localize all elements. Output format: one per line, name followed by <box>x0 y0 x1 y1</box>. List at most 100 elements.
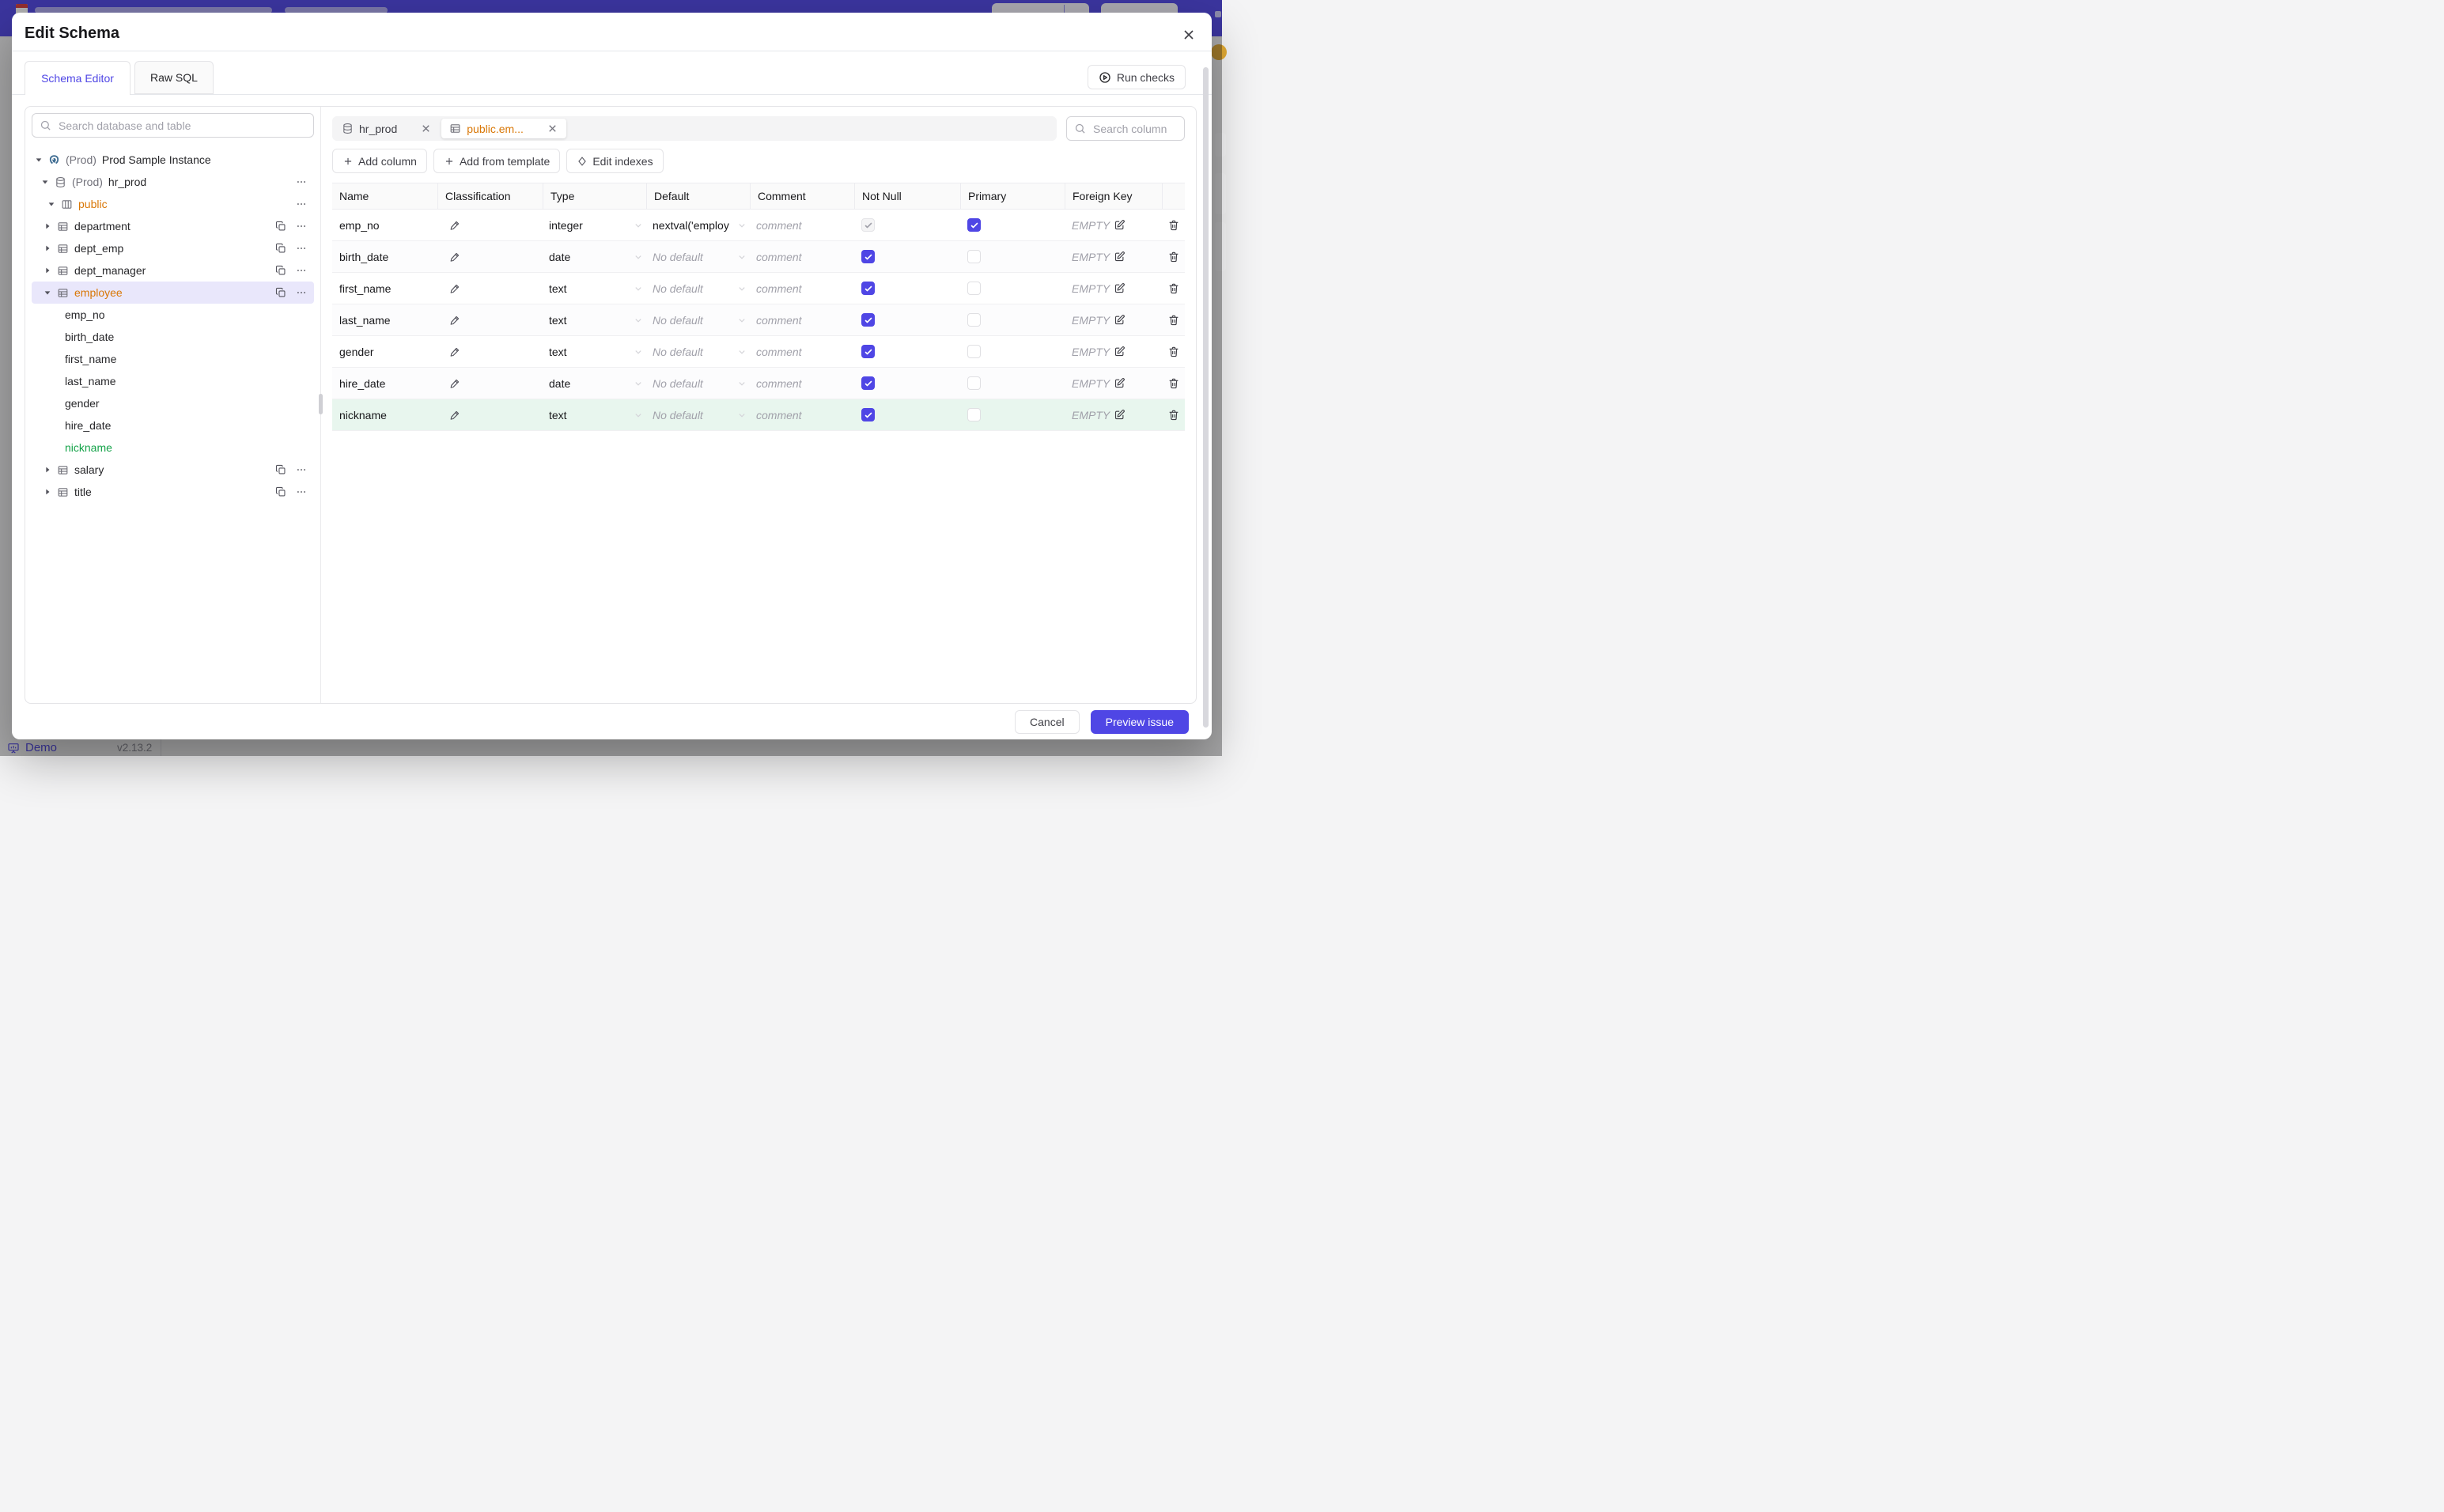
edit-foreign-key-icon[interactable] <box>1114 251 1126 263</box>
caret-right-icon[interactable] <box>44 220 54 232</box>
default-select[interactable]: No default <box>646 304 750 335</box>
classification-edit[interactable] <box>437 399 543 430</box>
more-actions-icon[interactable] <box>296 486 307 497</box>
type-select[interactable]: integer <box>543 210 646 240</box>
delete-column-icon[interactable] <box>1167 346 1180 358</box>
run-checks-button[interactable]: Run checks <box>1087 65 1186 89</box>
caret-right-icon[interactable] <box>44 264 54 277</box>
not-null-checkbox[interactable] <box>861 376 875 390</box>
tree-item-title[interactable]: title <box>32 481 314 503</box>
delete-column-icon[interactable] <box>1167 377 1180 390</box>
edit-foreign-key-icon[interactable] <box>1114 377 1126 389</box>
primary-checkbox[interactable] <box>967 218 981 232</box>
foreign-key-cell[interactable]: EMPTY <box>1065 210 1162 240</box>
foreign-key-cell[interactable]: EMPTY <box>1065 399 1162 430</box>
close-tab-icon[interactable] <box>420 123 432 134</box>
tab-schema-editor[interactable]: Schema Editor <box>25 61 131 95</box>
default-select[interactable]: No default <box>646 241 750 272</box>
copy-icon[interactable] <box>275 287 286 298</box>
type-select[interactable]: date <box>543 368 646 399</box>
tree-item-department[interactable]: department <box>32 215 314 237</box>
edit-foreign-key-icon[interactable] <box>1114 314 1126 326</box>
preview-issue-button[interactable]: Preview issue <box>1090 710 1189 734</box>
delete-column-icon[interactable] <box>1167 314 1180 327</box>
type-select[interactable]: date <box>543 241 646 272</box>
comment-input[interactable]: comment <box>750 241 854 272</box>
tree-item-hr_prod[interactable]: (Prod) hr_prod <box>32 171 314 193</box>
dialog-scrollbar-thumb[interactable] <box>1203 67 1209 728</box>
comment-input[interactable]: comment <box>750 210 854 240</box>
default-select[interactable]: nextval('employ <box>646 210 750 240</box>
type-select[interactable]: text <box>543 273 646 304</box>
tree-search-input[interactable] <box>57 118 306 133</box>
foreign-key-cell[interactable]: EMPTY <box>1065 336 1162 367</box>
type-select[interactable]: text <box>543 336 646 367</box>
tree-item-salary[interactable]: salary <box>32 459 314 481</box>
tab-raw-sql[interactable]: Raw SQL <box>134 61 214 94</box>
caret-right-icon[interactable] <box>44 463 54 476</box>
classification-edit[interactable] <box>437 368 543 399</box>
edit-indexes-button[interactable]: Edit indexes <box>566 149 664 173</box>
delete-column-icon[interactable] <box>1167 282 1180 295</box>
tree-scrollbar-thumb[interactable] <box>319 394 323 414</box>
type-select[interactable]: text <box>543 399 646 430</box>
not-null-checkbox[interactable] <box>861 250 875 263</box>
more-actions-icon[interactable] <box>296 198 307 210</box>
caret-right-icon[interactable] <box>44 242 54 255</box>
cancel-button[interactable]: Cancel <box>1015 710 1080 734</box>
copy-icon[interactable] <box>275 486 286 497</box>
caret-right-icon[interactable] <box>44 486 54 498</box>
default-select[interactable]: No default <box>646 368 750 399</box>
more-actions-icon[interactable] <box>296 464 307 475</box>
tree-item-employee[interactable]: employee <box>32 282 314 304</box>
foreign-key-cell[interactable]: EMPTY <box>1065 368 1162 399</box>
caret-down-icon[interactable] <box>47 198 58 210</box>
primary-checkbox[interactable] <box>967 282 981 295</box>
more-actions-icon[interactable] <box>296 243 307 254</box>
foreign-key-cell[interactable]: EMPTY <box>1065 304 1162 335</box>
add-column-button[interactable]: Add column <box>332 149 427 173</box>
add-from-template-button[interactable]: Add from template <box>433 149 561 173</box>
editor-tab-public.em...[interactable]: public.em... <box>441 119 566 138</box>
delete-column-icon[interactable] <box>1167 409 1180 421</box>
more-actions-icon[interactable] <box>296 176 307 187</box>
tree-item-dept_manager[interactable]: dept_manager <box>32 259 314 282</box>
comment-input[interactable]: comment <box>750 368 854 399</box>
tree-item-birth_date[interactable]: birth_date <box>32 326 314 348</box>
default-select[interactable]: No default <box>646 399 750 430</box>
not-null-checkbox[interactable] <box>861 408 875 421</box>
more-actions-icon[interactable] <box>296 265 307 276</box>
default-select[interactable]: No default <box>646 336 750 367</box>
copy-icon[interactable] <box>275 464 286 475</box>
classification-edit[interactable] <box>437 336 543 367</box>
column-name-field[interactable]: gender <box>332 336 437 367</box>
classification-edit[interactable] <box>437 241 543 272</box>
edit-foreign-key-icon[interactable] <box>1114 282 1126 294</box>
tree-item-gender[interactable]: gender <box>32 392 314 414</box>
primary-checkbox[interactable] <box>967 376 981 390</box>
edit-foreign-key-icon[interactable] <box>1114 219 1126 231</box>
not-null-checkbox[interactable] <box>861 313 875 327</box>
type-select[interactable]: text <box>543 304 646 335</box>
more-actions-icon[interactable] <box>296 221 307 232</box>
column-name-field[interactable]: first_name <box>332 273 437 304</box>
tree-item-Prod Sample Instance[interactable]: (Prod) Prod Sample Instance <box>32 149 314 171</box>
tree-item-hire_date[interactable]: hire_date <box>32 414 314 437</box>
column-name-field[interactable]: nickname <box>332 399 437 430</box>
column-name-field[interactable]: emp_no <box>332 210 437 240</box>
copy-icon[interactable] <box>275 221 286 232</box>
primary-checkbox[interactable] <box>967 250 981 263</box>
primary-checkbox[interactable] <box>967 408 981 421</box>
comment-input[interactable]: comment <box>750 273 854 304</box>
comment-input[interactable]: comment <box>750 304 854 335</box>
tree-item-dept_emp[interactable]: dept_emp <box>32 237 314 259</box>
not-null-checkbox[interactable] <box>861 282 875 295</box>
delete-column-icon[interactable] <box>1167 251 1180 263</box>
comment-input[interactable]: comment <box>750 336 854 367</box>
column-name-field[interactable]: last_name <box>332 304 437 335</box>
classification-edit[interactable] <box>437 210 543 240</box>
close-tab-icon[interactable] <box>547 123 558 134</box>
primary-checkbox[interactable] <box>967 345 981 358</box>
default-select[interactable]: No default <box>646 273 750 304</box>
editor-tab-hr_prod[interactable]: hr_prod <box>334 116 440 141</box>
